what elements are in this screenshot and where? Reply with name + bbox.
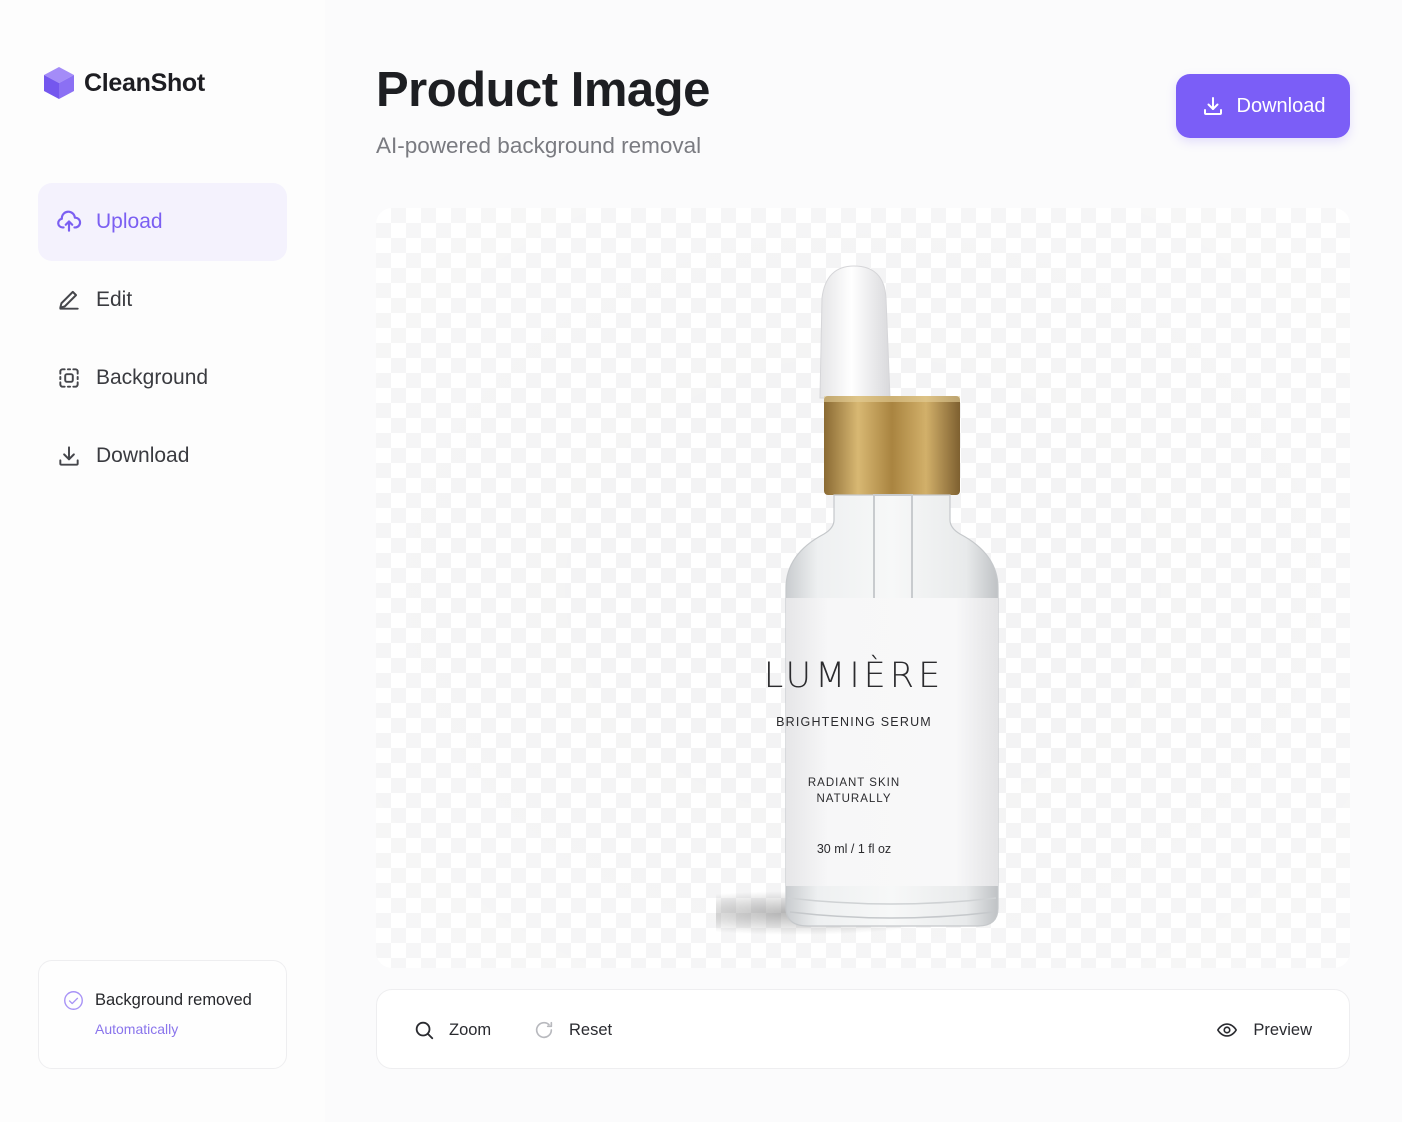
- image-toolbar: Zoom Reset Preview: [376, 989, 1350, 1069]
- preview-button[interactable]: Preview: [1215, 990, 1312, 1070]
- download-button-label: Download: [1236, 94, 1326, 117]
- sidebar-item-label: Download: [96, 444, 190, 467]
- eye-icon: [1217, 1023, 1238, 1037]
- reset-button[interactable]: Reset: [533, 990, 612, 1070]
- search-icon: [415, 1021, 434, 1040]
- sidebar-item-label: Edit: [96, 288, 133, 311]
- check-circle-icon: [64, 991, 83, 1010]
- page-subtitle: AI-powered background removal: [376, 133, 702, 158]
- product-name: BRIGHTENING SERUM: [776, 715, 932, 729]
- status-card: Background removed Automatically: [38, 960, 287, 1069]
- status-title: Background removed: [95, 991, 252, 1009]
- sidebar-item-download[interactable]: Download: [38, 417, 287, 495]
- cloud-upload-icon: [57, 210, 82, 232]
- download-icon: [1203, 97, 1222, 115]
- app-logo[interactable]: CleanShot: [43, 66, 205, 100]
- download-icon: [59, 446, 79, 466]
- background-select-icon: [59, 368, 79, 388]
- sidebar-nav: Upload Edit Background Download: [38, 183, 287, 495]
- zoom-button[interactable]: Zoom: [413, 990, 491, 1070]
- tagline-line: NATURALLY: [816, 793, 892, 805]
- app-name: CleanShot: [84, 68, 205, 97]
- product-volume: 30 ml / 1 fl oz: [816, 842, 892, 856]
- sidebar-item-background[interactable]: Background: [38, 339, 287, 417]
- pencil-icon: [59, 290, 79, 310]
- sidebar-item-upload[interactable]: Upload: [38, 183, 287, 261]
- tagline-line: RADIANT SKIN: [807, 777, 901, 789]
- reset-label: Reset: [569, 1020, 613, 1039]
- image-canvas[interactable]: LUMIÈRE BRIGHTENING SERUM RADIANT SKIN N…: [376, 208, 1350, 968]
- sidebar-item-edit[interactable]: Edit: [38, 261, 287, 339]
- product-tagline: RADIANT SKIN NATURALLY: [748, 775, 960, 807]
- sidebar: CleanShot Upload Edit Background Downloa…: [0, 0, 325, 1122]
- cube-logo-icon: [44, 67, 74, 99]
- preview-label: Preview: [1253, 1020, 1312, 1039]
- page-title: Product Image: [376, 63, 710, 117]
- sidebar-item-label: Upload: [96, 210, 163, 233]
- product-brand: LUMIÈRE: [763, 656, 945, 696]
- download-button[interactable]: Download: [1176, 74, 1350, 138]
- status-subtitle: Automatically: [95, 1021, 179, 1037]
- rotate-icon: [535, 1021, 553, 1039]
- sidebar-item-label: Background: [96, 366, 209, 389]
- zoom-label: Zoom: [449, 1020, 492, 1039]
